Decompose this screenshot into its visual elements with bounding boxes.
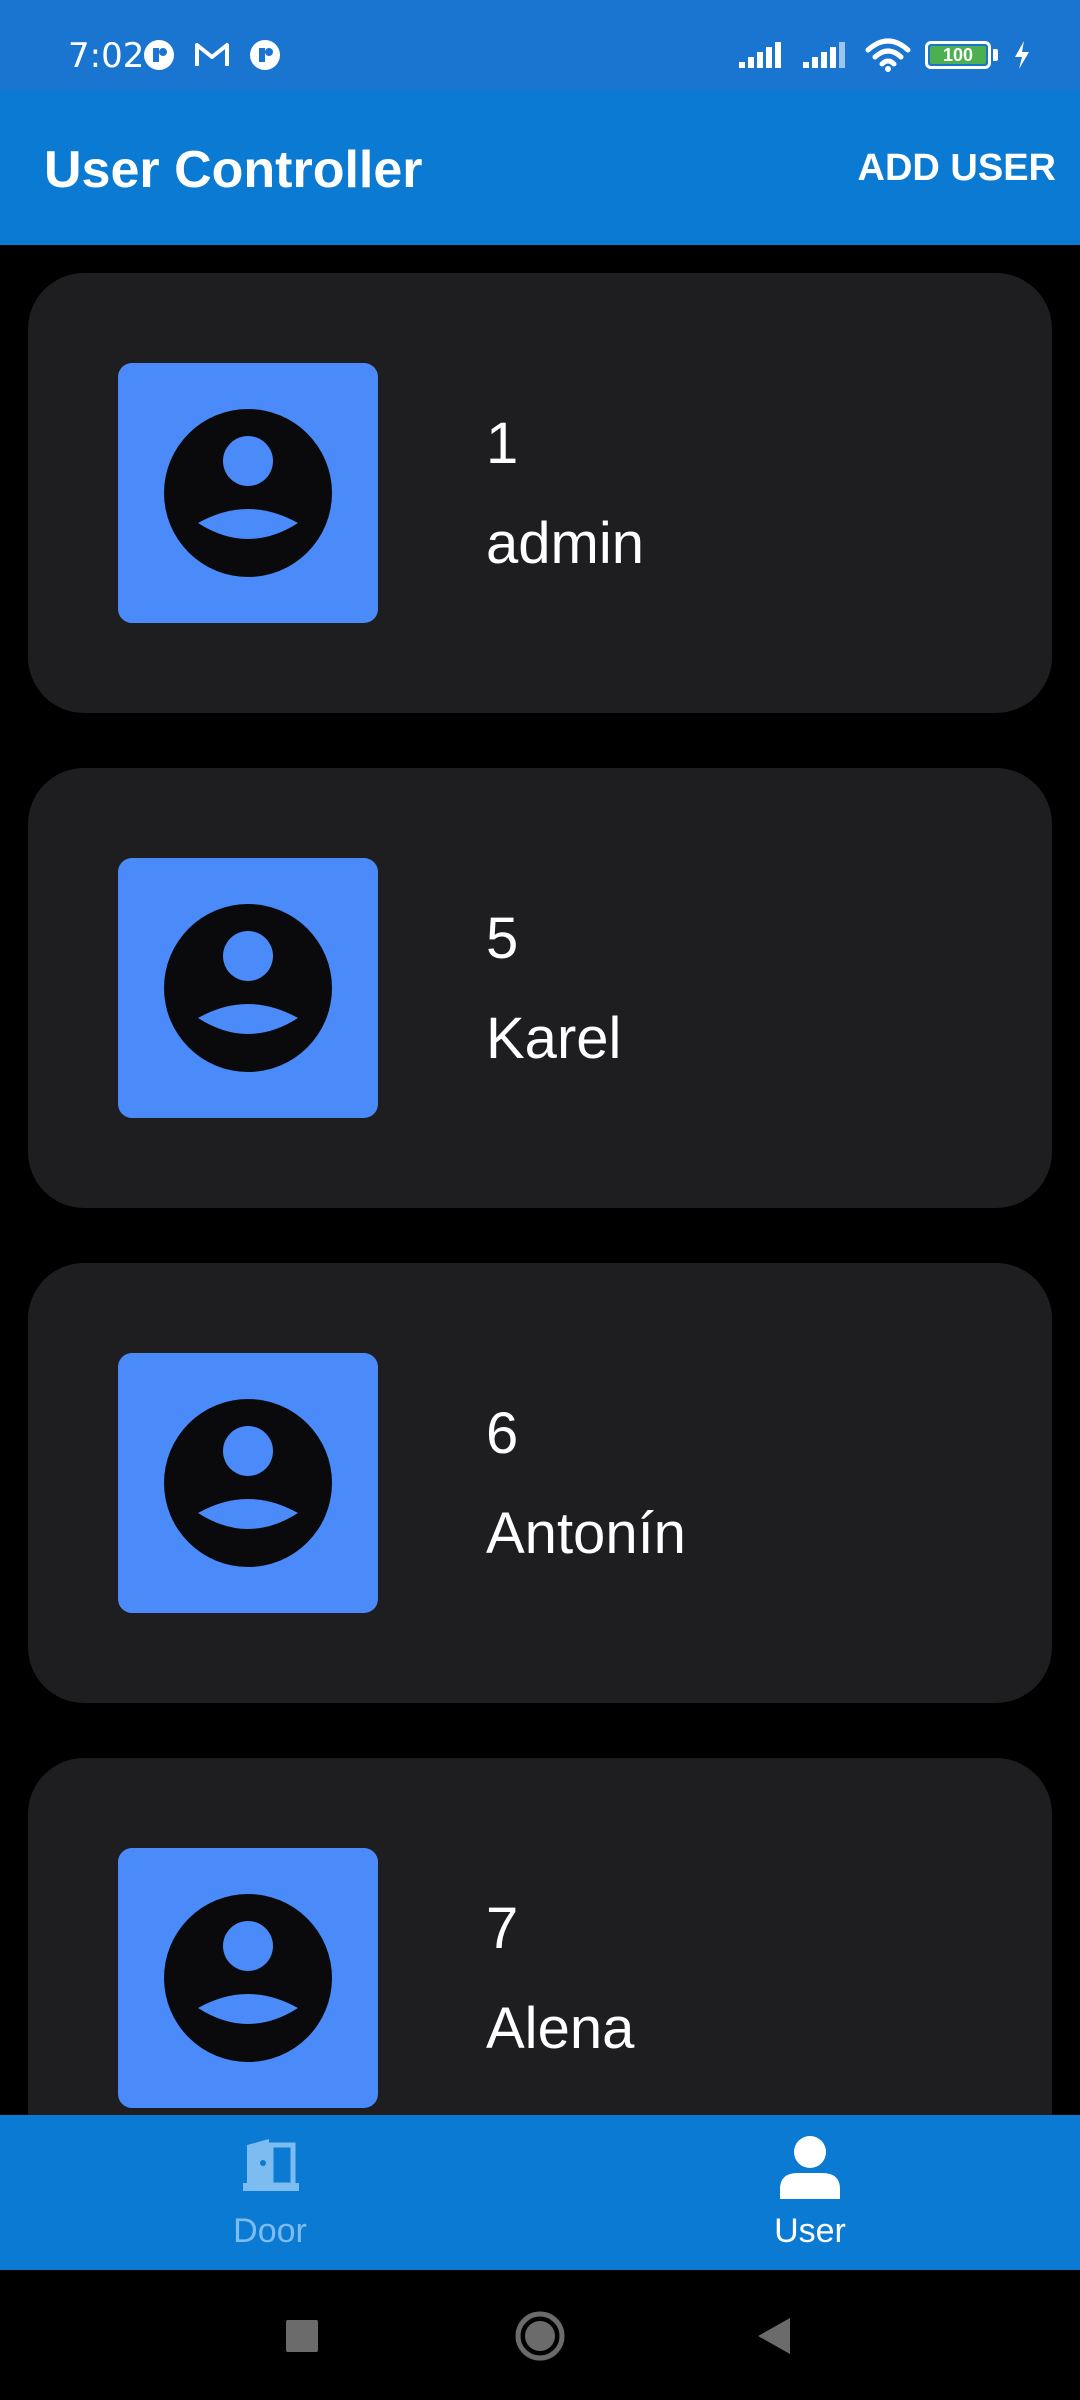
system-navigation-bar <box>0 2270 1080 2400</box>
messenger-icon <box>250 40 280 70</box>
status-time: 7:02 <box>68 36 145 76</box>
user-id: 1 <box>486 411 519 476</box>
account-circle-icon <box>164 409 332 577</box>
user-icon <box>780 2136 840 2199</box>
account-circle-icon <box>164 904 332 1072</box>
avatar <box>118 1848 378 2108</box>
account-circle-icon <box>164 1399 332 1567</box>
door-icon <box>243 2139 299 2191</box>
user-id: 6 <box>486 1401 519 1466</box>
user-name: Alena <box>486 1996 635 2061</box>
signal-icon <box>739 42 781 68</box>
home-icon[interactable] <box>514 2310 566 2362</box>
user-card[interactable]: 5 Karel <box>28 768 1052 1208</box>
user-id: 7 <box>486 1896 519 1961</box>
notification-icons <box>142 38 282 72</box>
avatar <box>118 1353 378 1613</box>
user-card[interactable]: 7 Alena <box>28 1758 1052 2115</box>
nav-item-door[interactable]: Door <box>0 2115 540 2270</box>
user-card[interactable]: 6 Antonín <box>28 1263 1052 1703</box>
nav-label-door: Door <box>233 2212 307 2250</box>
user-name: Antonín <box>486 1501 686 1566</box>
user-name: admin <box>486 511 644 576</box>
messenger-icon <box>144 40 174 70</box>
battery-icon: 100 <box>925 41 991 69</box>
back-icon[interactable] <box>756 2316 792 2356</box>
avatar <box>118 858 378 1118</box>
user-card[interactable]: 1 admin <box>28 273 1052 713</box>
wifi-icon <box>865 38 911 72</box>
nav-item-user[interactable]: User <box>540 2115 1080 2270</box>
gmail-icon <box>195 43 229 66</box>
user-id: 5 <box>486 906 519 971</box>
nav-label-user: User <box>774 2212 846 2250</box>
user-name: Karel <box>486 1006 622 1071</box>
avatar <box>118 363 378 623</box>
charging-icon <box>1015 41 1029 69</box>
user-list[interactable]: 1 admin 5 Karel 6 Antonín 7 Alena <box>0 245 1080 2115</box>
signal-icon <box>803 42 845 68</box>
status-bar: 7:02 100 <box>0 0 1080 90</box>
bottom-navigation: Door User <box>0 2115 1080 2270</box>
battery-tip <box>993 49 998 61</box>
battery-level: 100 <box>942 44 974 65</box>
recent-apps-icon[interactable] <box>286 2320 318 2352</box>
page-title: User Controller <box>44 141 423 199</box>
app-bar: User Controller ADD USER <box>0 90 1080 245</box>
system-status-icons: 100 <box>737 38 1032 72</box>
add-user-button[interactable]: ADD USER <box>858 144 1056 192</box>
account-circle-icon <box>164 1894 332 2062</box>
